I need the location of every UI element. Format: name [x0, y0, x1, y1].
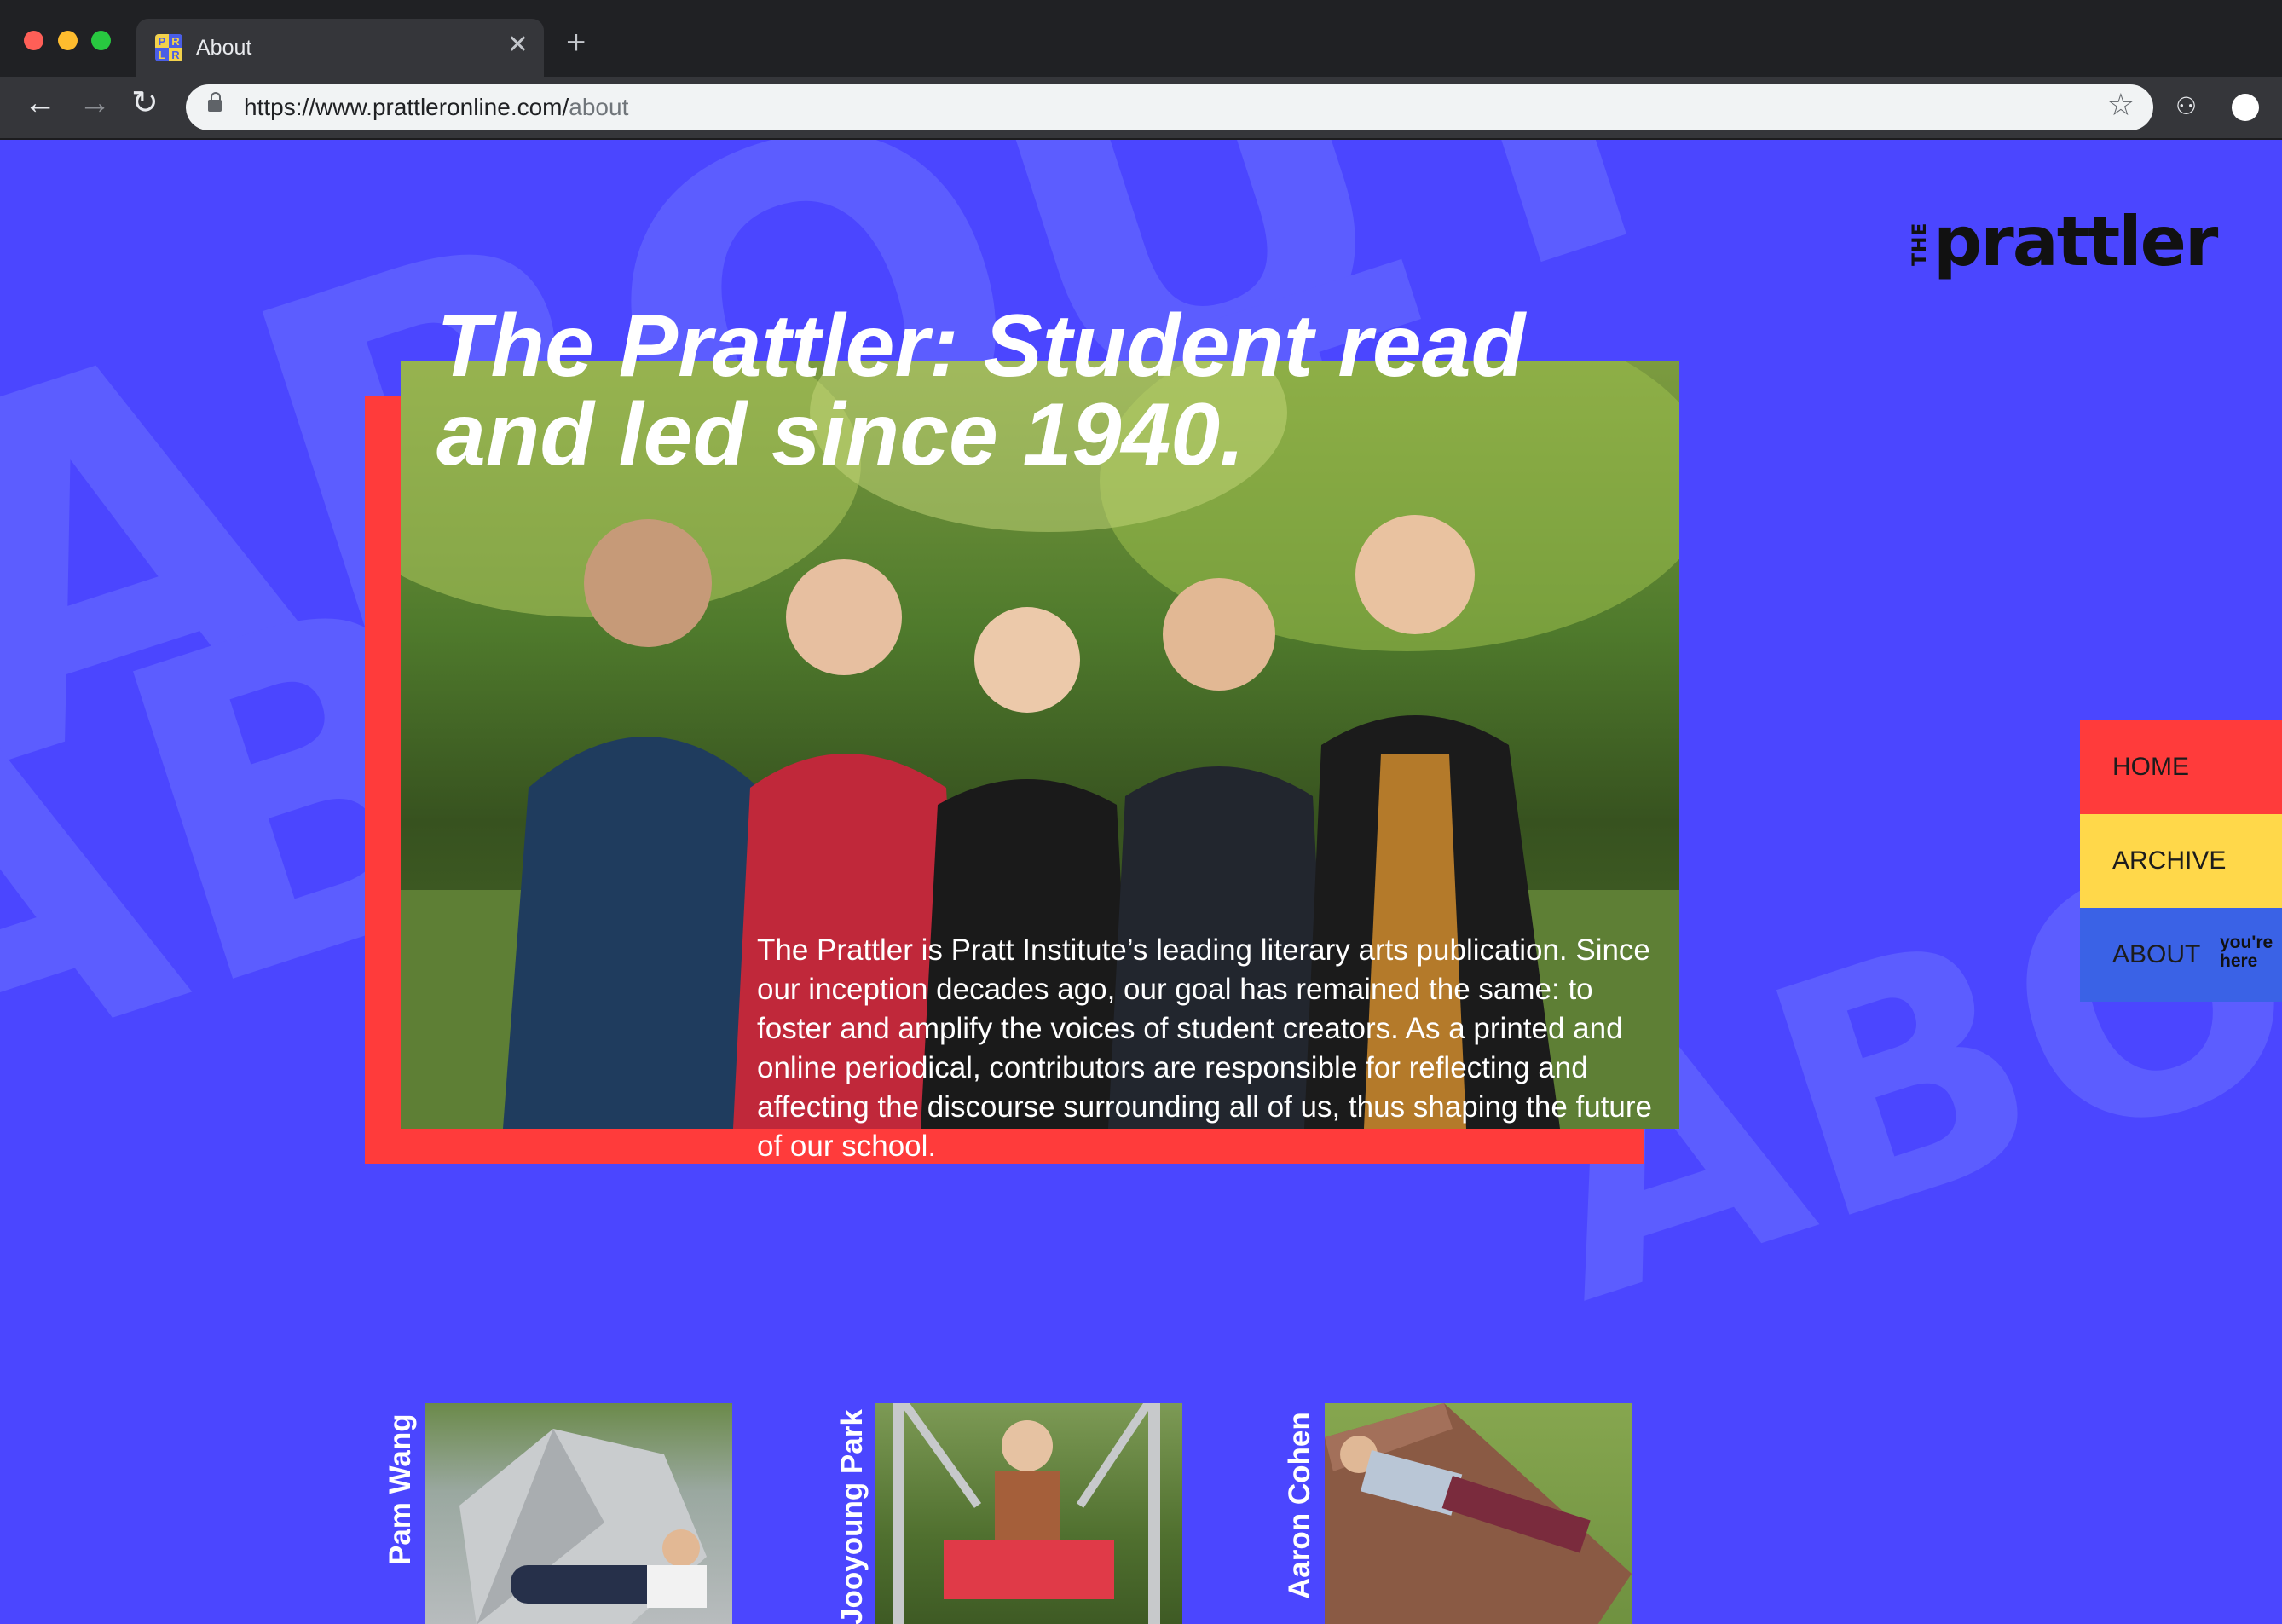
close-window-button[interactable]	[24, 31, 43, 50]
page-content: ABOUT ABOUT ABOUT THE prattler The Pratt…	[0, 140, 2282, 1624]
current-page-marker: you're here	[2220, 933, 2273, 971]
hero-description: The Prattler is Pratt Institute’s leadin…	[757, 933, 1653, 1163]
browser-titlebar: P R L R About ✕ +	[0, 0, 2282, 77]
back-arrow-icon[interactable]: ←	[24, 87, 56, 119]
browser-toolbar: ← → ↻ https://www.prattleronline.com/abo…	[0, 77, 2282, 140]
tab-title: About	[196, 36, 252, 60]
minimize-window-button[interactable]	[58, 31, 78, 50]
team-member-name: Jooyoung Park	[835, 1409, 869, 1624]
logo-wordmark: prattler	[1933, 202, 2218, 281]
reload-icon[interactable]: ↻	[131, 87, 159, 119]
nav-archive-label: ARCHIVE	[2112, 847, 2227, 875]
tab-close-icon[interactable]: ✕	[507, 32, 529, 58]
nav-about-label: ABOUT	[2112, 940, 2201, 968]
nav-about-link[interactable]: ABOUT you're here	[2080, 908, 2282, 1002]
team-member-photo[interactable]	[425, 1403, 732, 1624]
nav-archive-link[interactable]: ARCHIVE	[2080, 814, 2282, 908]
incognito-icon[interactable]: ⚇	[2175, 92, 2197, 120]
side-navigation: HOME ARCHIVE ABOUT you're here	[2080, 720, 2282, 1002]
prattler-logo[interactable]: THE prattler	[1908, 208, 2223, 285]
logo-prefix: THE	[1909, 222, 1931, 266]
new-tab-icon[interactable]: +	[566, 26, 586, 60]
url-text: https://www.prattleronline.com/about	[244, 94, 629, 120]
team-member-photo[interactable]	[875, 1403, 1182, 1624]
bookmark-star-icon[interactable]: ☆	[2107, 90, 2135, 120]
profile-avatar-icon[interactable]	[2232, 94, 2259, 121]
lock-icon	[208, 92, 222, 112]
nav-home-link[interactable]: HOME	[2080, 720, 2282, 814]
team-member-photo[interactable]	[1325, 1403, 1632, 1624]
nav-home-label: HOME	[2112, 753, 2189, 781]
forward-arrow-icon[interactable]: →	[78, 87, 111, 119]
address-bar[interactable]: https://www.prattleronline.com/about ☆	[186, 84, 2153, 130]
team-member-name: Pam Wang	[384, 1413, 417, 1565]
team-member-name: Aaron Cohen	[1283, 1412, 1316, 1599]
hero-title: The Prattler: Student read and led since…	[436, 297, 1526, 484]
maximize-window-button[interactable]	[91, 31, 111, 50]
browser-tab[interactable]: P R L R About ✕	[136, 19, 544, 77]
prattler-favicon-icon: P R L R	[155, 34, 182, 61]
